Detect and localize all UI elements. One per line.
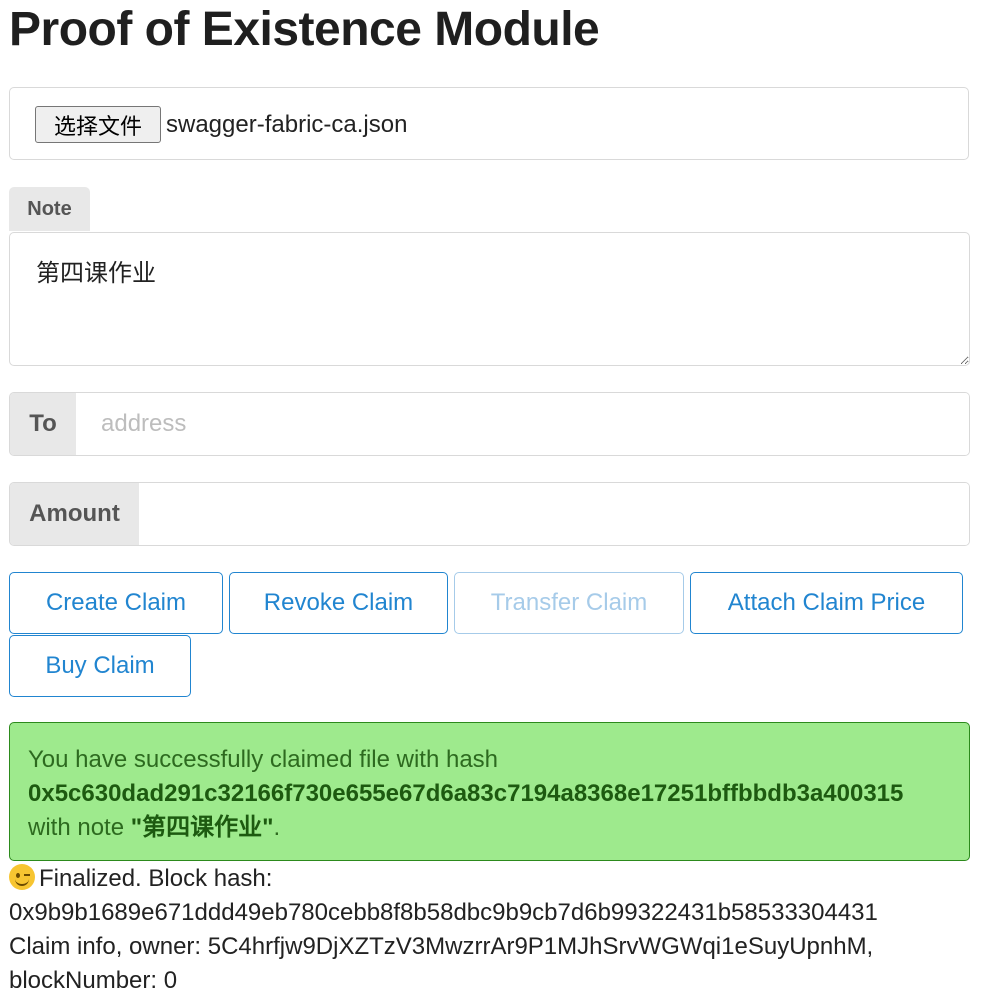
success-message: You have successfully claimed file with …: [9, 722, 970, 861]
block-hash: 0x9b9b1689e671ddd49eb780cebb8f8b58dbc9b9…: [9, 899, 878, 926]
finalized-line: Finalized. Block hash:: [9, 862, 979, 896]
revoke-claim-button[interactable]: Revoke Claim: [229, 572, 448, 634]
success-prefix: You have successfully claimed file with …: [28, 746, 499, 773]
selected-file-name: swagger-fabric-ca.json: [166, 111, 408, 138]
amount-input-group: Amount: [9, 482, 970, 546]
file-input-box: 选择文件 swagger-fabric-ca.json: [9, 87, 969, 160]
amount-label: Amount: [10, 483, 139, 545]
buy-claim-button[interactable]: Buy Claim: [9, 635, 191, 697]
amount-input[interactable]: [139, 483, 969, 545]
to-input-group: To: [9, 392, 970, 456]
to-address-input[interactable]: [76, 393, 969, 455]
choose-file-button[interactable]: 选择文件: [35, 106, 161, 143]
winking-face-icon: [9, 864, 35, 890]
note-label: Note: [9, 187, 90, 231]
claim-info: Claim info, owner: 5C4hrfjw9DjXZTzV3Mwzr…: [9, 933, 874, 960]
transaction-status: Finalized. Block hash: 0x9b9b1689e671ddd…: [9, 862, 979, 998]
to-label: To: [10, 393, 76, 455]
create-claim-button[interactable]: Create Claim: [9, 572, 223, 634]
note-line: with note "第四课作业".: [28, 814, 281, 841]
attach-claim-price-button[interactable]: Attach Claim Price: [690, 572, 963, 634]
block-number: blockNumber: 0: [9, 967, 178, 994]
note-textarea[interactable]: 第四课作业: [9, 232, 970, 366]
finalized-text: Finalized. Block hash:: [39, 865, 273, 892]
transfer-claim-button[interactable]: Transfer Claim: [454, 572, 684, 634]
page-title: Proof of Existence Module: [9, 3, 600, 56]
note-value: "第四课作业": [130, 814, 274, 841]
claim-hash: 0x5c630dad291c32166f730e655e67d6a83c7194…: [28, 780, 904, 807]
